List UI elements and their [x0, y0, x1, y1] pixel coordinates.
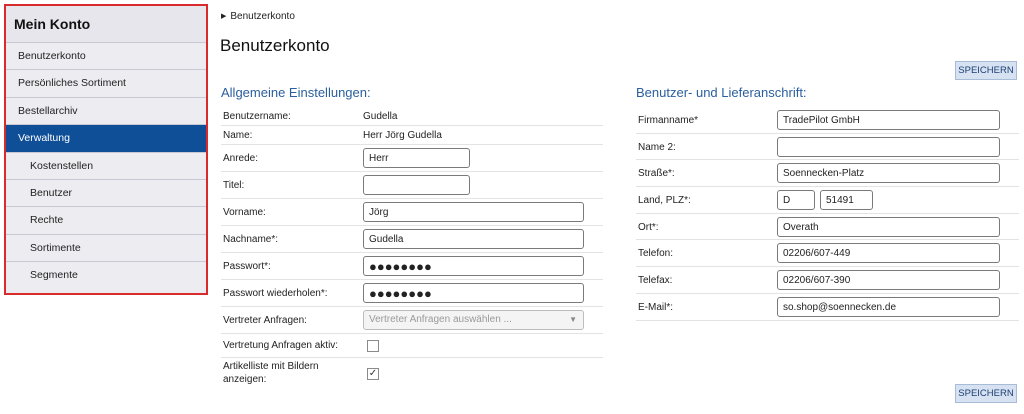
form-row-password-repeat: Passwort wiederholen*:: [221, 280, 603, 307]
form-row-name2: Name 2:: [636, 134, 1019, 160]
form-row-city: Ort*:: [636, 214, 1019, 240]
sidebar: Mein Konto Benutzerkonto Persönliches So…: [4, 4, 208, 295]
general-settings-form: Benutzername: Gudella Name: Herr Jörg Gu…: [221, 107, 603, 390]
form-row-phone: Telefon:: [636, 240, 1019, 267]
sidebar-item-persoenliches-sortiment[interactable]: Persönliches Sortiment: [6, 70, 206, 98]
title-label: Titel:: [223, 180, 245, 191]
salutation-label: Anrede:: [223, 153, 259, 164]
fax-input[interactable]: [777, 270, 1000, 290]
rep-requests-placeholder: Vertreter Anfragen auswählen ...: [369, 314, 512, 325]
firstname-input[interactable]: [363, 202, 584, 222]
page-title: Benutzerkonto: [220, 36, 330, 55]
email-label: E-Mail*:: [638, 302, 674, 313]
sidebar-item-rechte[interactable]: Rechte: [6, 207, 206, 235]
form-row-password: Passwort*:: [221, 253, 603, 280]
form-row-fax: Telefax:: [636, 267, 1019, 294]
title-input[interactable]: [363, 175, 470, 195]
phone-label: Telefon:: [638, 248, 674, 259]
name-value: Herr Jörg Gudella: [363, 130, 442, 141]
images-checkbox[interactable]: ✓: [367, 368, 379, 380]
street-label: Straße*:: [638, 168, 675, 179]
save-button-bottom[interactable]: SPEICHERN: [955, 384, 1017, 403]
form-row-images: Artikelliste mit Bildern anzeigen: ✓: [221, 358, 603, 390]
city-label: Ort*:: [638, 222, 659, 233]
company-label: Firmanname*: [638, 115, 699, 126]
password-input[interactable]: [363, 256, 584, 276]
form-row-rep-requests: Vertreter Anfragen: Vertreter Anfragen a…: [221, 307, 603, 334]
zip-input[interactable]: [820, 190, 873, 210]
username-label: Benutzername:: [223, 111, 291, 122]
sidebar-item-kostenstellen[interactable]: Kostenstellen: [6, 152, 206, 180]
form-row-username: Benutzername: Gudella: [221, 107, 603, 126]
form-row-country-zip: Land, PLZ*:: [636, 187, 1019, 214]
form-row-street: Straße*:: [636, 160, 1019, 187]
firstname-label: Vorname:: [223, 207, 266, 218]
section-title-address: Benutzer- und Lieferanschrift:: [636, 85, 807, 100]
salutation-input[interactable]: [363, 148, 470, 168]
form-row-title: Titel:: [221, 172, 603, 199]
section-title-general: Allgemeine Einstellungen:: [221, 85, 371, 100]
form-row-company: Firmanname*: [636, 107, 1019, 134]
save-button-top[interactable]: SPEICHERN: [955, 61, 1017, 80]
checkmark-icon: ✓: [368, 368, 378, 379]
chevron-down-icon: ▼: [569, 315, 577, 324]
sidebar-item-verwaltung[interactable]: Verwaltung: [6, 125, 206, 153]
lastname-input[interactable]: [363, 229, 584, 249]
password-repeat-label: Passwort wiederholen*:: [223, 288, 328, 299]
name-label: Name:: [223, 130, 253, 141]
sidebar-item-segmente[interactable]: Segmente: [6, 262, 206, 290]
password-label: Passwort*:: [223, 261, 271, 272]
form-row-firstname: Vorname:: [221, 199, 603, 226]
name2-input[interactable]: [777, 137, 1000, 157]
username-value: Gudella: [363, 111, 398, 122]
city-input[interactable]: [777, 217, 1000, 237]
rep-requests-select[interactable]: Vertreter Anfragen auswählen ... ▼: [363, 310, 584, 330]
triangle-right-icon: ▶: [221, 13, 227, 20]
company-input[interactable]: [777, 110, 1000, 130]
password-repeat-input[interactable]: [363, 283, 584, 303]
rep-active-label: Vertretung Anfragen aktiv:: [223, 340, 339, 351]
country-input[interactable]: [777, 190, 815, 210]
sidebar-item-bestellarchiv[interactable]: Bestellarchiv: [6, 97, 206, 126]
name2-label: Name 2:: [638, 142, 676, 153]
sidebar-item-benutzer[interactable]: Benutzer: [6, 179, 206, 208]
address-form: Firmanname* Name 2: Straße*: Land, PLZ*:…: [636, 107, 1019, 321]
breadcrumb: ▶ Benutzerkonto: [221, 11, 295, 22]
breadcrumb-link[interactable]: Benutzerkonto: [230, 11, 295, 22]
street-input[interactable]: [777, 163, 1000, 183]
form-row-rep-active: Vertretung Anfragen aktiv:: [221, 334, 603, 358]
form-row-name: Name: Herr Jörg Gudella: [221, 126, 603, 145]
rep-active-checkbox[interactable]: [367, 340, 379, 352]
form-row-lastname: Nachname*:: [221, 226, 603, 253]
sidebar-item-sortimente[interactable]: Sortimente: [6, 234, 206, 263]
sidebar-title: Mein Konto: [6, 6, 206, 43]
images-label-line1: Artikelliste mit Bildern: [223, 361, 319, 372]
images-label-line2: anzeigen:: [223, 374, 267, 385]
country-zip-label: Land, PLZ*:: [638, 195, 691, 206]
sidebar-item-benutzerkonto[interactable]: Benutzerkonto: [6, 43, 206, 71]
email-input[interactable]: [777, 297, 1000, 317]
rep-requests-label: Vertreter Anfragen:: [223, 315, 307, 326]
lastname-label: Nachname*:: [223, 234, 279, 245]
fax-label: Telefax:: [638, 275, 673, 286]
form-row-salutation: Anrede:: [221, 145, 603, 172]
phone-input[interactable]: [777, 243, 1000, 263]
form-row-email: E-Mail*:: [636, 294, 1019, 321]
